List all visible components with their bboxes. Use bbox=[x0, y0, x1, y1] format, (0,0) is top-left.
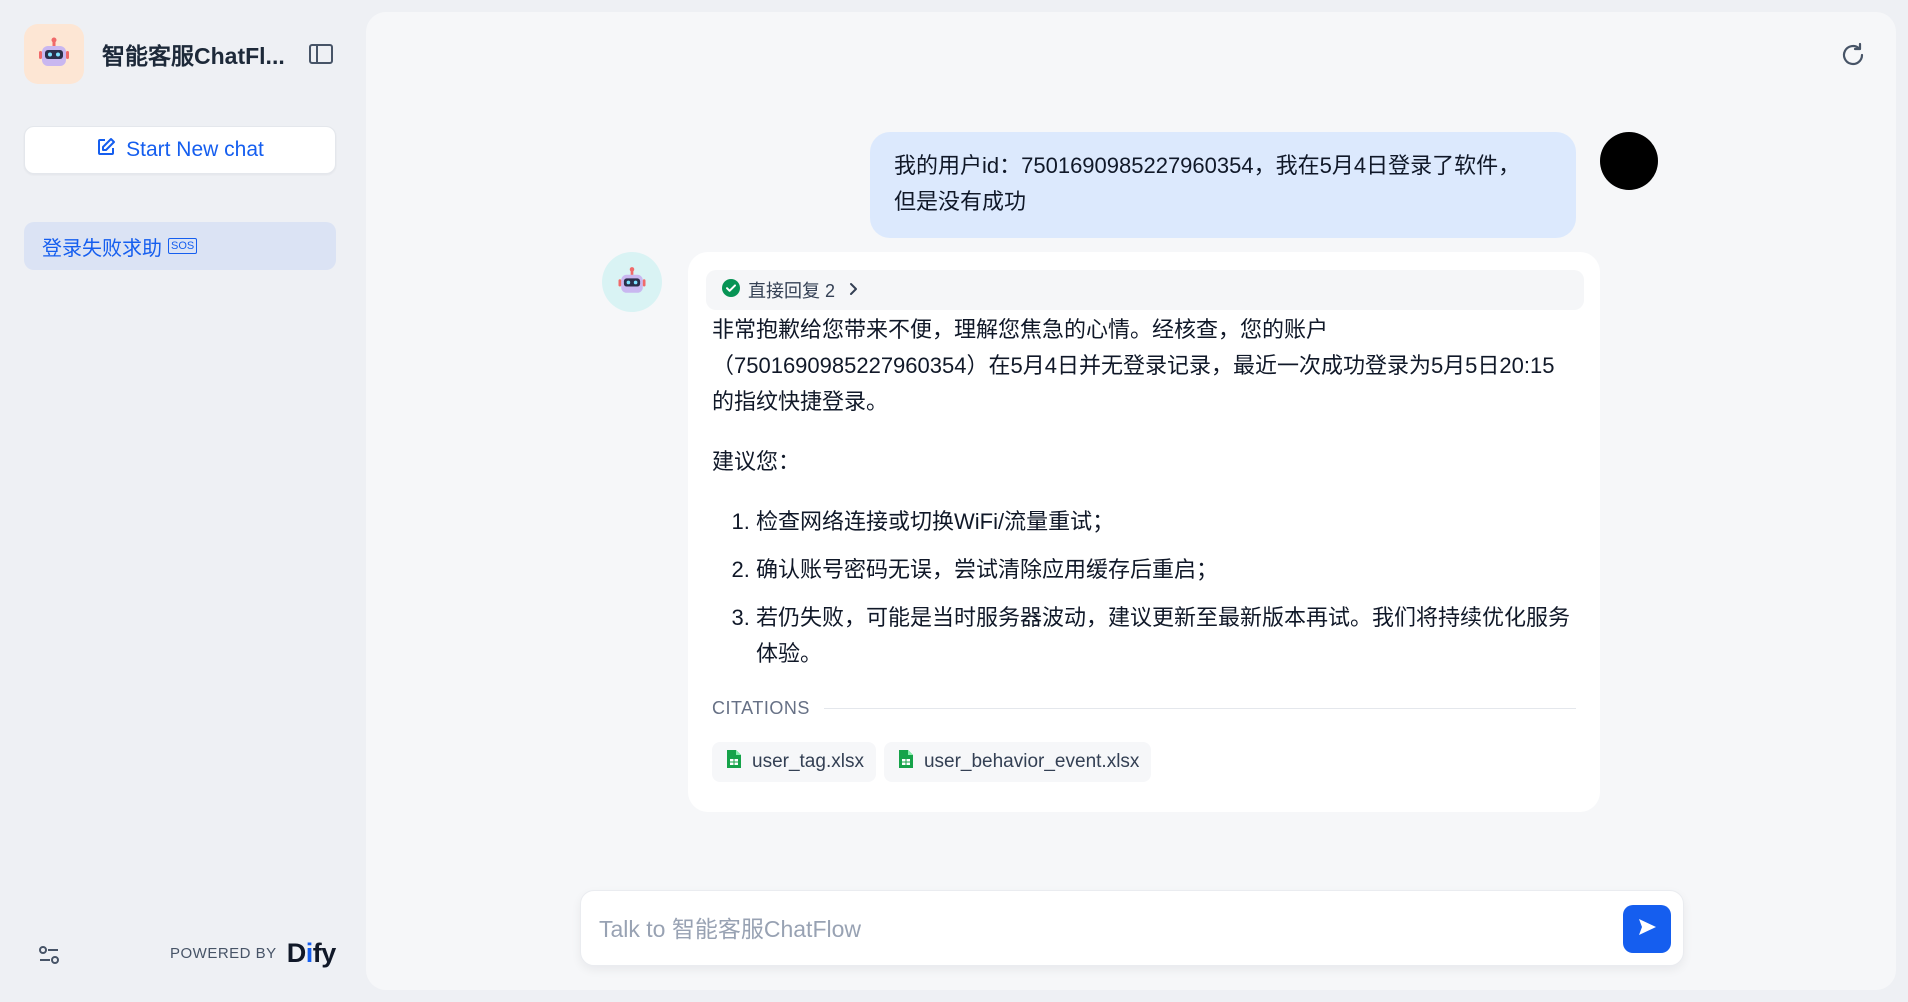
citations-label: CITATIONS bbox=[712, 698, 810, 718]
settings-sliders-icon[interactable] bbox=[36, 942, 62, 968]
list-item: 若仍失败，可能是当时服务器波动，建议更新至最新版本再试。我们将持续优化服务体验。 bbox=[756, 600, 1572, 672]
check-circle-icon bbox=[722, 278, 740, 302]
start-new-chat-label: Start New chat bbox=[126, 138, 264, 161]
workflow-process-toggle[interactable]: 直接回复 2 bbox=[706, 270, 1584, 310]
citation-item[interactable]: user_tag.xlsx bbox=[712, 742, 876, 782]
start-new-chat-button[interactable]: Start New chat bbox=[24, 126, 336, 174]
user-message-line: 我的用户id：7501690985227960354，我在5月4日登录了软件， bbox=[894, 153, 1521, 178]
citation-item[interactable]: user_behavior_event.xlsx bbox=[883, 742, 1152, 782]
answer-paragraph: 非常抱歉给您带来不便，理解您焦急的心情。经核查，您的账户（75016909852… bbox=[712, 317, 1555, 414]
list-item: 检查网络连接或切换WiFi/流量重试； bbox=[756, 504, 1572, 540]
suggestion-list: 检查网络连接或切换WiFi/流量重试； 确认账号密码无误，尝试清除应用缓存后重启… bbox=[712, 504, 1572, 672]
powered-by: POWERED BY Dify bbox=[170, 938, 336, 969]
sidebar: 智能客服ChatFl... Start New chat 登录失败求助 SOS bbox=[0, 0, 366, 1002]
workflow-label: 直接回复 2 bbox=[748, 281, 836, 301]
chevron-right-icon bbox=[847, 280, 859, 301]
bot-message-card: 直接回复 2 非常抱歉给您带来不便，理解您焦急的心情。经核查，您的账户（7501… bbox=[688, 252, 1600, 812]
chat-input[interactable] bbox=[599, 909, 1599, 949]
edit-icon bbox=[96, 137, 126, 163]
bot-avatar-robot-icon bbox=[602, 252, 662, 312]
answer-paragraph: 建议您： bbox=[712, 449, 801, 474]
citation-filename: user_tag.xlsx bbox=[752, 751, 864, 772]
user-message-line: 但是没有成功 bbox=[894, 189, 1027, 214]
app-title: 智能客服ChatFl... bbox=[102, 43, 285, 69]
dify-logo: Dify bbox=[286, 938, 337, 968]
app-header: 智能客服ChatFl... bbox=[24, 24, 334, 84]
list-item: 确认账号密码无误，尝试清除应用缓存后重启； bbox=[756, 552, 1572, 588]
chat-input-box bbox=[580, 890, 1684, 966]
bot-answer: 非常抱歉给您带来不便，理解您焦急的心情。经核查，您的账户（75016909852… bbox=[712, 312, 1572, 684]
sos-emoji-icon: SOS bbox=[168, 238, 198, 254]
send-icon bbox=[1636, 916, 1658, 943]
citation-filename: user_behavior_event.xlsx bbox=[923, 751, 1140, 772]
sidebar-collapse-icon[interactable] bbox=[308, 42, 334, 66]
chat-panel: 我的用户id：7501690985227960354，我在5月4日登录了软件， … bbox=[366, 12, 1896, 990]
send-button[interactable] bbox=[1623, 905, 1671, 953]
citations-header: CITATIONS bbox=[712, 698, 1576, 719]
divider bbox=[823, 708, 1576, 709]
user-avatar bbox=[1600, 132, 1658, 190]
refresh-icon[interactable] bbox=[1838, 40, 1868, 70]
powered-by-label: POWERED BY bbox=[170, 945, 277, 962]
conversation-title: 登录失败求助 bbox=[42, 237, 162, 260]
user-message-bubble: 我的用户id：7501690985227960354，我在5月4日登录了软件， … bbox=[870, 132, 1576, 238]
conversation-item[interactable]: 登录失败求助 SOS bbox=[24, 222, 336, 270]
citation-list: user_tag.xlsx user_behavior_event.xlsx bbox=[712, 742, 1159, 782]
excel-file-icon bbox=[898, 749, 924, 775]
robot-icon bbox=[24, 24, 84, 84]
excel-file-icon bbox=[726, 749, 752, 775]
